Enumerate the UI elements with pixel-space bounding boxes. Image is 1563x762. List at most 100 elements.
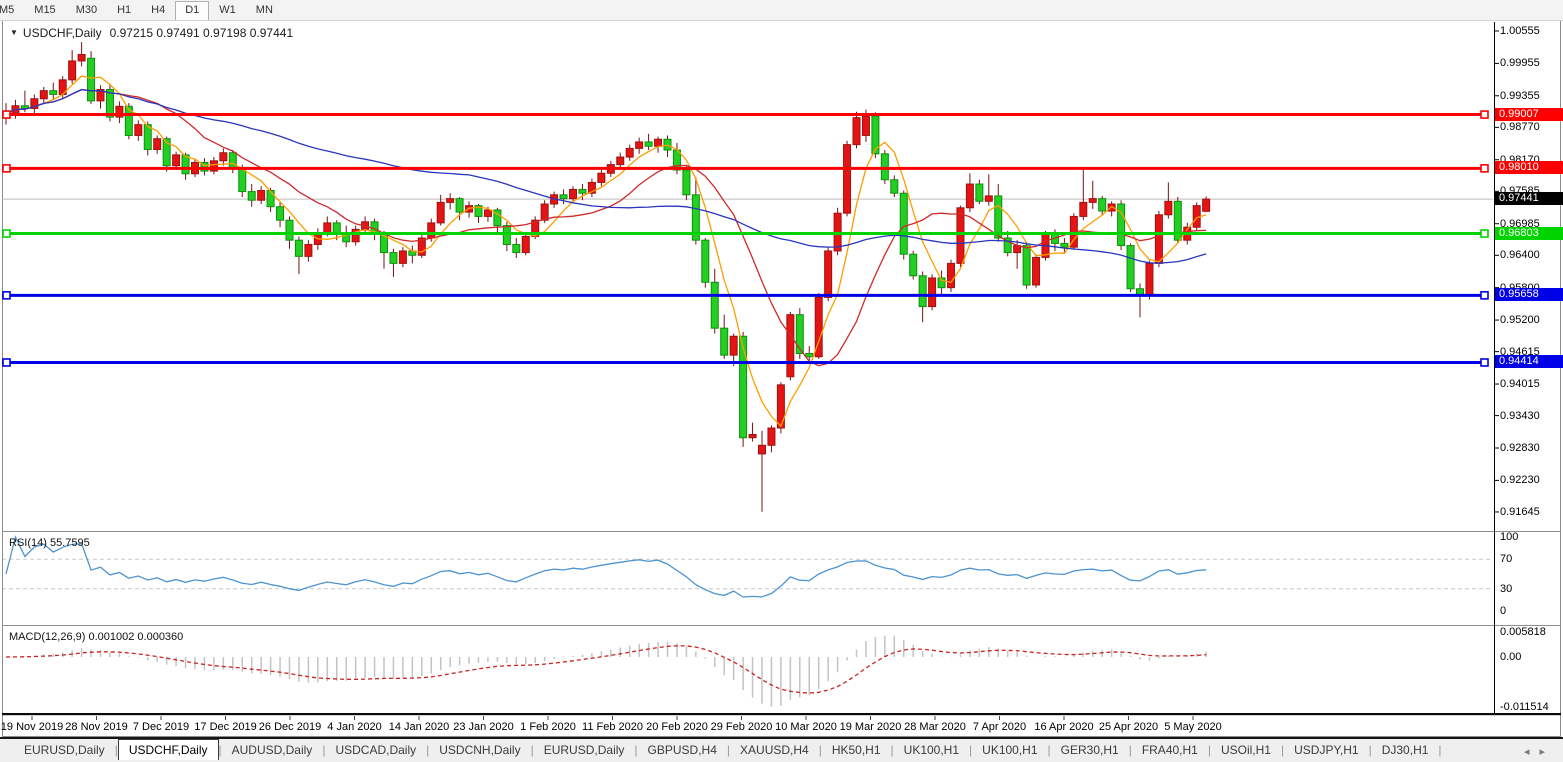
price-axis-label: 0.92230 bbox=[1500, 474, 1540, 487]
candle-body bbox=[976, 184, 983, 201]
hline-left-handle[interactable] bbox=[3, 292, 10, 299]
tab-hk50-h1[interactable]: HK50,H1 bbox=[822, 739, 891, 760]
candle-body bbox=[966, 184, 973, 208]
timeframe-button-m15[interactable]: M15 bbox=[24, 1, 65, 19]
candle-body bbox=[1165, 201, 1172, 214]
date-label: 1 Feb 2020 bbox=[520, 721, 576, 733]
price-axis-label: 0.99955 bbox=[1500, 57, 1540, 70]
candle-body bbox=[862, 116, 869, 135]
candle-body bbox=[759, 445, 766, 454]
hline-price-label: 0.94414 bbox=[1495, 355, 1563, 368]
tab-usdcnh-daily[interactable]: USDCNH,Daily bbox=[429, 739, 530, 760]
candle-body bbox=[229, 153, 236, 169]
timeframe-button-m30[interactable]: M30 bbox=[66, 1, 107, 19]
tab-usoil-h1[interactable]: USOil,H1 bbox=[1211, 739, 1281, 760]
rsi-indicator-label: RSI(14) 55.7595 bbox=[9, 537, 90, 549]
timeframe-button-mn[interactable]: MN bbox=[246, 1, 283, 19]
date-label: 26 Dec 2019 bbox=[259, 721, 321, 733]
hline-price-label: 0.99007 bbox=[1495, 108, 1563, 121]
candle-body bbox=[1089, 199, 1096, 203]
candle-body bbox=[995, 196, 1002, 238]
hline-right-handle[interactable] bbox=[1481, 359, 1488, 366]
chart-collapse-icon[interactable]: ▼ bbox=[10, 28, 18, 37]
timeframe-button-h4[interactable]: H4 bbox=[141, 1, 175, 19]
price-axis-label: 0.93430 bbox=[1500, 410, 1540, 423]
date-label: 28 Mar 2020 bbox=[904, 721, 966, 733]
candle-body bbox=[286, 220, 293, 240]
candle-body bbox=[239, 169, 246, 192]
tab-usdchf-daily[interactable]: USDCHF,Daily bbox=[118, 739, 219, 760]
candle-body bbox=[1099, 199, 1106, 211]
tabbar-scroll-left-icon[interactable]: ◂ bbox=[1524, 746, 1540, 758]
candle-body bbox=[1155, 215, 1162, 264]
tab-eurusd-daily[interactable]: EURUSD,Daily bbox=[534, 739, 635, 760]
date-label: 11 Feb 2020 bbox=[582, 721, 643, 733]
tab-dj30-h1[interactable]: DJ30,H1 bbox=[1372, 739, 1439, 760]
timeframe-button-w1[interactable]: W1 bbox=[209, 1, 246, 19]
tab-audusd-daily[interactable]: AUDUSD,Daily bbox=[222, 739, 323, 760]
tab-uk100-h1[interactable]: UK100,H1 bbox=[972, 739, 1047, 760]
candle-body bbox=[721, 328, 728, 355]
price-axis-label: 1.00555 bbox=[1500, 25, 1540, 38]
date-label: 23 Jan 2020 bbox=[453, 721, 514, 733]
hline-right-handle[interactable] bbox=[1481, 111, 1488, 118]
tab-eurusd-daily[interactable]: EURUSD,Daily bbox=[14, 739, 115, 760]
chart-window-frame bbox=[3, 21, 1561, 737]
date-label: 7 Dec 2019 bbox=[133, 721, 189, 733]
date-label: 16 Apr 2020 bbox=[1034, 721, 1093, 733]
rsi-scale-label: 30 bbox=[1500, 583, 1512, 596]
hline-left-handle[interactable] bbox=[3, 165, 10, 172]
timeframe-toolbar: M5M15M30H1H4D1W1MN bbox=[0, 0, 1563, 21]
timeframe-button-h1[interactable]: H1 bbox=[107, 1, 141, 19]
candle-body bbox=[1127, 246, 1134, 289]
date-label: 28 Nov 2019 bbox=[65, 721, 127, 733]
price-axis-label: 0.92830 bbox=[1500, 442, 1540, 455]
candle-body bbox=[437, 202, 444, 223]
candle-body bbox=[702, 240, 709, 282]
candle-body bbox=[456, 199, 463, 212]
hline-right-handle[interactable] bbox=[1481, 165, 1488, 172]
timeframe-button-m5[interactable]: M5 bbox=[0, 1, 24, 19]
tabbar-scroll-right-icon[interactable]: ▸ bbox=[1539, 746, 1555, 758]
hline-right-handle[interactable] bbox=[1481, 230, 1488, 237]
candle-body bbox=[305, 244, 312, 256]
candle-body bbox=[806, 354, 813, 357]
tab-fra40-h1[interactable]: FRA40,H1 bbox=[1132, 739, 1208, 760]
candle-body bbox=[513, 244, 520, 252]
candle-body bbox=[626, 148, 633, 157]
tab-usdcad-daily[interactable]: USDCAD,Daily bbox=[325, 739, 426, 760]
candle-body bbox=[844, 145, 851, 214]
candle-body bbox=[749, 435, 756, 438]
hline-left-handle[interactable] bbox=[3, 230, 10, 237]
candle-body bbox=[985, 196, 992, 201]
candle-body bbox=[1080, 202, 1087, 216]
tab-gbpusd-h4[interactable]: GBPUSD,H4 bbox=[638, 739, 727, 760]
chart-tabbar: EURUSD,Daily|USDCHF,Daily|AUDUSD,Daily|U… bbox=[0, 737, 1563, 762]
candle-body bbox=[617, 157, 624, 165]
tab-uk100-h1[interactable]: UK100,H1 bbox=[894, 739, 969, 760]
hline-left-handle[interactable] bbox=[3, 359, 10, 366]
tab-ger30-h1[interactable]: GER30,H1 bbox=[1051, 739, 1129, 760]
hline-right-handle[interactable] bbox=[1481, 292, 1488, 299]
chart-canvas[interactable] bbox=[0, 0, 1563, 762]
date-label: 5 May 2020 bbox=[1164, 721, 1221, 733]
candle-body bbox=[910, 254, 917, 276]
tab-xauusd-h4[interactable]: XAUUSD,H4 bbox=[730, 739, 819, 760]
tab-usdjpy-h1[interactable]: USDJPY,H1 bbox=[1284, 739, 1368, 760]
timeframe-button-d1[interactable]: D1 bbox=[175, 1, 209, 21]
candle-body bbox=[645, 142, 652, 146]
candle-body bbox=[919, 276, 926, 307]
candle-body bbox=[560, 195, 567, 199]
candle-body bbox=[655, 139, 662, 146]
macd-scale-label: -0.011514 bbox=[1500, 701, 1549, 714]
candle-body bbox=[957, 208, 964, 264]
price-axis-label: 0.94015 bbox=[1500, 378, 1540, 391]
candle-body bbox=[900, 193, 907, 254]
candle-body bbox=[428, 223, 435, 238]
macd-indicator-label: MACD(12,26,9) 0.001002 0.000360 bbox=[9, 631, 183, 643]
candle-body bbox=[522, 236, 529, 252]
price-axis-label: 0.96400 bbox=[1500, 249, 1540, 262]
hline-left-handle[interactable] bbox=[3, 111, 10, 118]
price-axis-label: 0.98770 bbox=[1500, 121, 1540, 134]
candle-body bbox=[503, 226, 510, 245]
